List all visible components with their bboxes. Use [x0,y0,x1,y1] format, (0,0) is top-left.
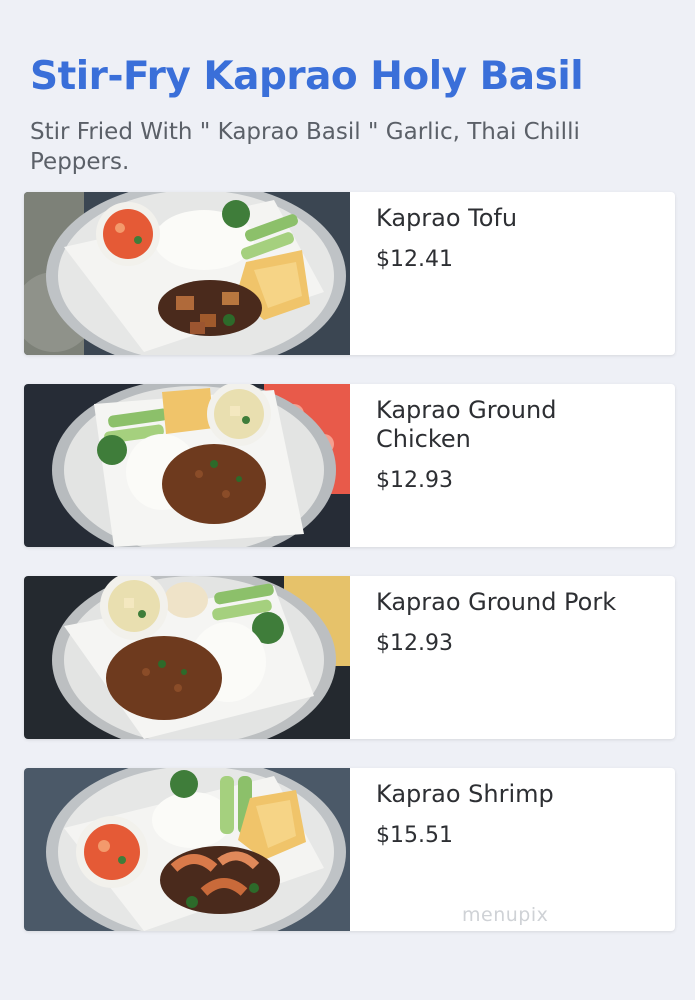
menu-item-price: $12.41 [376,247,453,272]
food-photo-shrimp [24,768,350,931]
watermark-logo: menupix [462,904,549,926]
menu-item-price: $15.51 [376,823,453,848]
section-description: Stir Fried With " Kaprao Basil " Garlic,… [30,119,580,175]
menu-item-name: Kaprao Ground Chicken [376,396,557,453]
page-title: Stir-Fry Kaprao Holy Basil [30,54,584,99]
menu-item-name: Kaprao Tofu [376,204,518,232]
menu-item-card[interactable]: Kaprao Ground Chicken $12.93 [24,384,675,547]
menu-item-card[interactable]: Kaprao Ground Pork $12.93 [24,576,675,739]
menu-item-name: Kaprao Shrimp [376,780,554,808]
food-photo-ground-pork [24,576,350,739]
menu-item-name: Kaprao Ground Pork [376,588,617,616]
menu-item-card[interactable]: Kaprao Tofu $12.41 [24,192,675,355]
menu-item-price: $12.93 [376,631,453,656]
food-photo-tofu [24,192,350,355]
menu-item-price: $12.93 [376,468,453,493]
food-photo-ground-chicken [24,384,350,547]
menu-item-card[interactable]: Kaprao Shrimp $15.51 [24,768,675,931]
